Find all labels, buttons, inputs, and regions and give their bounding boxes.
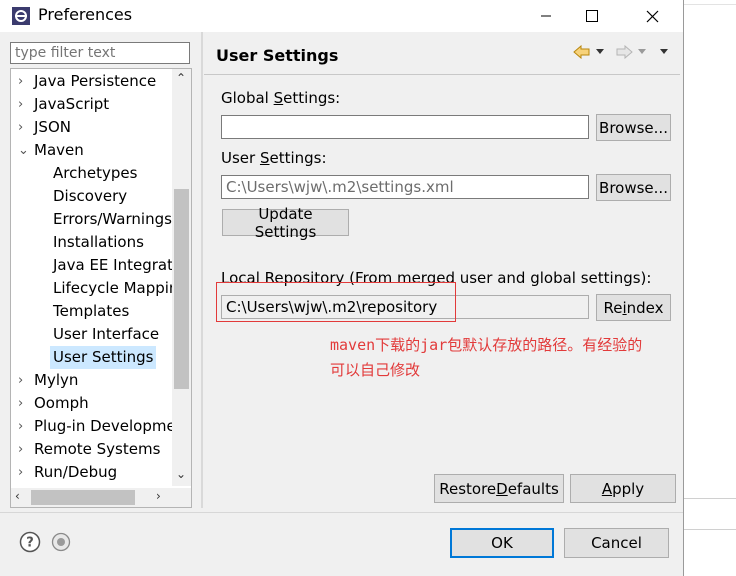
tree-item[interactable]: Errors/Warnings [11,208,173,231]
scroll-up-icon[interactable]: ⌃ [176,71,186,85]
collapsed-chevron-icon[interactable]: › [18,392,32,415]
tree-item[interactable]: Java EE Integratio [11,254,173,277]
tree-item-label: Oomph [34,394,89,412]
tree-item[interactable]: › Plug-in Developme [11,415,173,438]
tree-item[interactable]: › Remote Systems [11,438,173,461]
tree-item[interactable]: Discovery [11,185,173,208]
tree-item-label: Java EE Integratio [53,256,173,274]
window-title: Preferences [38,5,133,24]
tree-item-label: User Settings [50,346,157,369]
scroll-right-icon[interactable]: › [156,489,161,503]
tree-item[interactable]: ⌄ Maven [11,139,173,162]
close-button[interactable] [629,0,675,32]
page-title: User Settings [216,46,339,65]
back-arrow-icon [573,45,590,59]
tree-item-label: Maven [34,141,84,159]
collapsed-chevron-icon[interactable]: › [18,116,32,139]
forward-arrow-icon [616,45,633,59]
tree-item[interactable]: User Settings [11,346,173,369]
annotation-note: maven下载的jar包默认存放的路径。有经验的 可以自己修改 [330,333,730,383]
back-nav-button[interactable] [573,42,605,62]
expanded-chevron-icon[interactable]: ⌄ [18,139,32,162]
update-settings-button[interactable]: Update Settings [222,205,349,241]
user-browse-button[interactable]: Browse... [596,174,671,201]
apply-button[interactable]: Apply [570,474,676,503]
pane-divider[interactable] [201,32,203,508]
tree-item[interactable]: › Run/Debug [11,461,173,484]
tree-list: › Java Persistence › JavaScript › JSON ⌄ Maven A… [11,70,173,484]
tree-item-label: JSON [34,118,71,136]
tree-item-label: Run/Debug [34,463,118,481]
forward-nav-button[interactable] [615,42,647,62]
cancel-button[interactable]: Cancel [564,528,669,558]
preference-tree: › Java Persistence › JavaScript › JSON ⌄ Maven A… [10,68,192,508]
filter-input[interactable] [10,42,190,64]
tree-item-label: Remote Systems [34,440,161,458]
background-window [684,0,736,576]
tree-item[interactable]: › JavaScript [11,93,173,116]
tree-item[interactable]: Templates [11,300,173,323]
view-menu-button[interactable] [659,42,669,62]
annotation-highlight-box [216,282,456,322]
maximize-icon [586,10,598,22]
tree-horizontal-scroll-thumb[interactable] [31,490,135,505]
footer-separator [0,512,683,513]
minimize-icon [541,15,551,17]
tree-item[interactable]: › JSON [11,116,173,139]
close-icon [646,10,658,22]
tree-item-label: Installations [53,233,144,251]
tree-item[interactable]: Lifecycle Mappin [11,277,173,300]
annotation-line-2: 可以自己修改 [330,361,421,379]
collapsed-chevron-icon[interactable]: › [18,438,32,461]
maximize-button[interactable] [569,0,615,32]
tree-vertical-scroll-thumb[interactable] [174,189,189,389]
tree-item-label: Archetypes [53,164,138,182]
collapsed-chevron-icon[interactable]: › [18,461,32,484]
tree-item-label: Lifecycle Mappin [53,279,173,297]
tree-item-label: Mylyn [34,371,79,389]
title-separator [204,74,680,75]
collapsed-chevron-icon[interactable]: › [18,415,32,438]
scroll-down-icon[interactable]: ⌄ [176,467,186,481]
tree-vertical-scrollbar[interactable]: ⌃ ⌄ [172,69,191,486]
user-settings-field[interactable]: C:\Users\wjw\.m2\settings.xml [221,175,589,199]
minimize-button[interactable] [523,0,569,32]
tree-item[interactable]: User Interface [11,323,173,346]
tree-item-label: Discovery [53,187,128,205]
tree-item[interactable]: › Mylyn [11,369,173,392]
svg-text:?: ? [26,536,34,551]
forward-dropdown-icon [638,49,646,54]
tree-item[interactable]: Archetypes [11,162,173,185]
collapsed-chevron-icon[interactable]: › [18,369,32,392]
global-browse-button[interactable]: Browse... [596,114,671,141]
tree-horizontal-scrollbar[interactable]: ‹ › [11,488,191,507]
tree-item-label: JavaScript [34,95,110,113]
tree-item-label: Plug-in Developme [34,417,173,435]
tree-item-label: Java Persistence [34,72,157,90]
back-dropdown-icon [596,49,604,54]
tree-item[interactable]: Installations [11,231,173,254]
tree-item-label: Errors/Warnings [53,210,172,228]
title-bar: Preferences [0,0,683,32]
tree-item[interactable]: › Oomph [11,392,173,415]
tree-item[interactable]: › Java Persistence [11,70,173,93]
restore-defaults-button[interactable]: Restore Defaults [434,474,564,503]
user-settings-label: User Settings: [221,149,327,167]
eclipse-app-icon [12,7,30,25]
scroll-left-icon[interactable]: ‹ [15,489,20,503]
view-menu-icon [660,49,668,54]
record-macro-icon[interactable] [51,532,71,552]
tree-item-label: Templates [53,302,130,320]
annotation-line-1: maven下载的jar包默认存放的路径。有经验的 [330,336,643,354]
global-settings-field[interactable] [221,115,589,139]
reindex-button[interactable]: Re i ndex [596,294,671,321]
preferences-dialog: Preferences ›Java Persistence›JavaScript… [0,0,684,576]
ok-button[interactable]: OK [450,528,554,558]
tree-item-label: User Interface [53,325,160,343]
collapsed-chevron-icon[interactable]: › [18,70,32,93]
global-settings-label: Global Settings: [221,89,341,107]
collapsed-chevron-icon[interactable]: › [18,93,32,116]
help-icon[interactable]: ? [19,531,41,553]
